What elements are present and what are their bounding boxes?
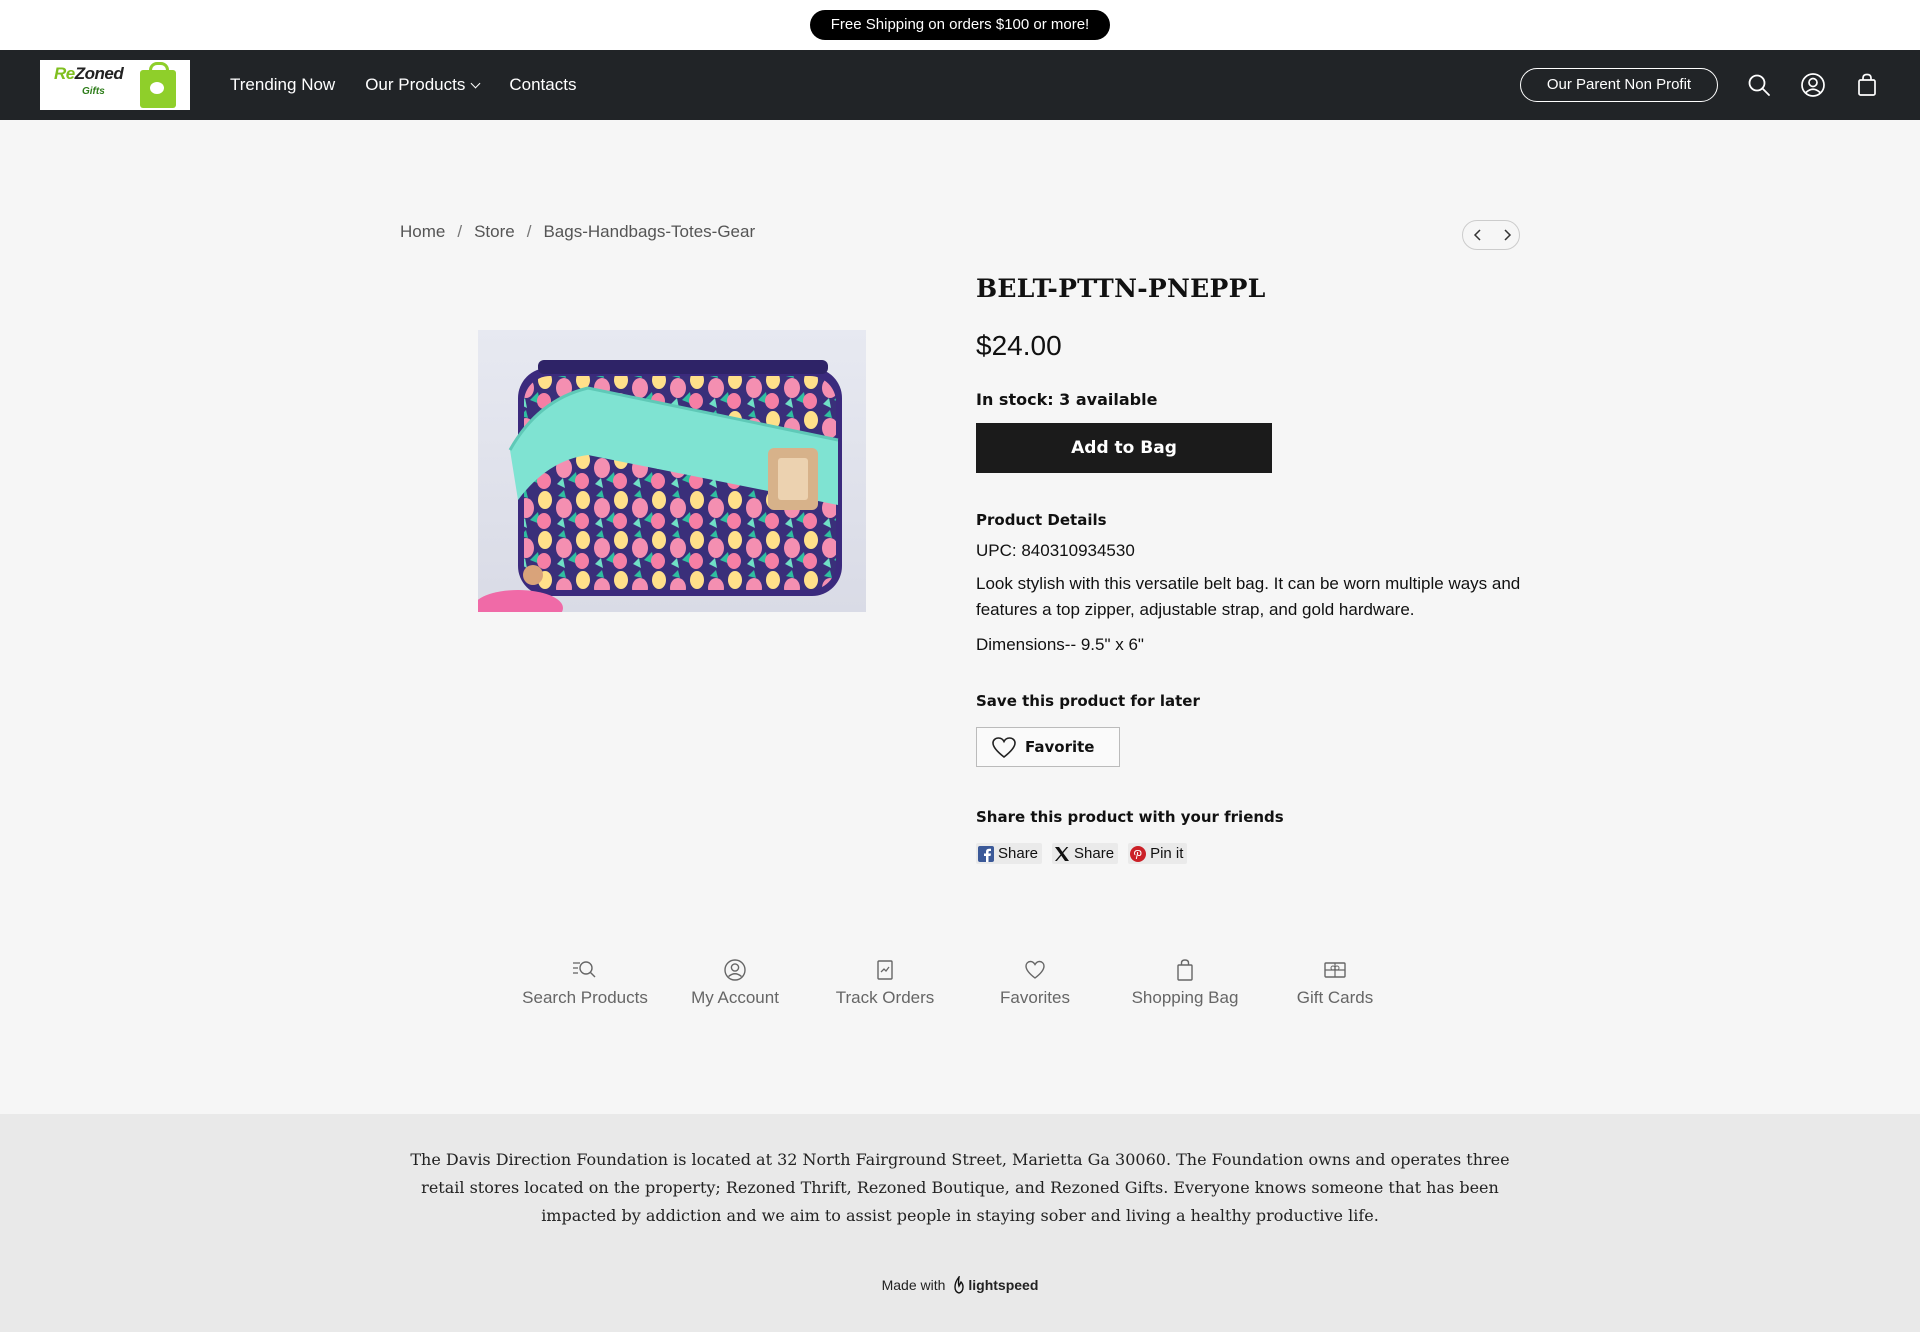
product-title: BELT-PTTN-PNEPPL [976,274,1266,303]
quicklink-label: Track Orders [835,988,935,1007]
nav-our-products[interactable]: Our Products [365,75,481,95]
breadcrumb-separator: / [457,222,463,241]
made-with-lightspeed[interactable]: Made with lightspeed [0,1276,1920,1294]
favorite-label: Favorite [1025,738,1095,756]
logo-bag-icon [140,62,176,108]
quick-links: Search Products My Account Track Orders … [510,958,1410,1008]
search-products-icon [573,961,596,978]
quicklink-label: Favorites [1000,988,1070,1007]
quicklink-track-orders[interactable]: Track Orders [810,958,960,1008]
lightspeed-logo: lightspeed [953,1276,1038,1294]
facebook-icon [978,845,994,862]
pinterest-pin-button[interactable]: Pin it [1128,843,1188,864]
bag-icon[interactable] [1854,72,1880,98]
site-footer: The Davis Direction Foundation is locate… [0,1114,1920,1332]
pinterest-icon [1130,845,1147,862]
stock-status: In stock: 3 available [976,390,1158,409]
quicklink-search-products[interactable]: Search Products [510,958,660,1008]
product-pager [1462,220,1520,250]
breadcrumb-separator: / [526,222,532,241]
gift-card-icon [1324,962,1346,978]
x-share-button[interactable]: Share [1052,843,1119,864]
product-details-heading: Product Details [976,511,1107,529]
chevron-down-icon [470,78,481,88]
chevron-left-icon [1473,229,1481,241]
bag-icon [1177,959,1193,981]
share-buttons: Share Share Pin it [976,843,1188,864]
track-orders-icon [877,960,893,980]
product-price: $24.00 [976,330,1062,361]
favorite-button[interactable]: Favorite [976,727,1120,767]
account-icon[interactable] [1800,72,1826,98]
quicklink-label: Shopping Bag [1131,988,1239,1007]
chevron-right-icon [1503,229,1511,241]
breadcrumb: Home / Store / Bags-Handbags-Totes-Gear [400,222,755,242]
heart-icon [1025,960,1045,979]
lightspeed-flame-icon [954,1276,965,1294]
search-icon[interactable] [1746,72,1772,98]
foundation-description: The Davis Direction Foundation is locate… [410,1150,1510,1225]
quicklink-my-account[interactable]: My Account [660,958,810,1008]
nav-contacts[interactable]: Contacts [509,75,576,95]
breadcrumb-store[interactable]: Store [474,222,515,242]
share-heading: Share this product with your friends [976,808,1284,826]
facebook-share-button[interactable]: Share [976,843,1043,864]
product-description: Look stylish with this versatile belt ba… [976,574,1521,619]
nav-trending-now[interactable]: Trending Now [230,75,335,95]
site-header: ReZoned Gifts Trending Now Our Products … [0,50,1920,120]
main-nav: Trending Now Our Products Contacts [230,50,576,120]
product-dimensions: Dimensions-- 9.5" x 6" [976,635,1144,654]
previous-product-button[interactable] [1463,221,1492,249]
quicklink-favorites[interactable]: Favorites [960,958,1110,1008]
heart-icon [992,737,1016,759]
breadcrumb-home[interactable]: Home [400,222,445,242]
product-image[interactable] [478,330,866,612]
quicklink-shopping-bag[interactable]: Shopping Bag [1110,958,1260,1008]
announcement-text: Free Shipping on orders $100 or more! [810,10,1110,40]
announcement-bar: Free Shipping on orders $100 or more! [0,0,1920,50]
account-icon [724,959,746,981]
made-with-label: Made with [881,1277,946,1293]
quicklink-label: Search Products [522,988,648,1007]
add-to-bag-button[interactable]: Add to Bag [976,423,1272,473]
next-product-button[interactable] [1492,221,1521,249]
logo-subtitle: Gifts [82,86,105,97]
x-icon [1055,846,1070,861]
save-for-later-heading: Save this product for later [976,692,1200,710]
breadcrumb-category[interactable]: Bags-Handbags-Totes-Gear [543,222,755,242]
quicklink-label: Gift Cards [1296,988,1374,1007]
quicklink-label: My Account [691,988,779,1007]
quicklink-gift-cards[interactable]: Gift Cards [1260,958,1410,1008]
parent-nonprofit-button[interactable]: Our Parent Non Profit [1520,68,1718,102]
product-upc: UPC: 840310934530 [976,541,1135,560]
logo-wordmark: ReZoned [54,64,124,83]
store-logo[interactable]: ReZoned Gifts [40,60,190,110]
